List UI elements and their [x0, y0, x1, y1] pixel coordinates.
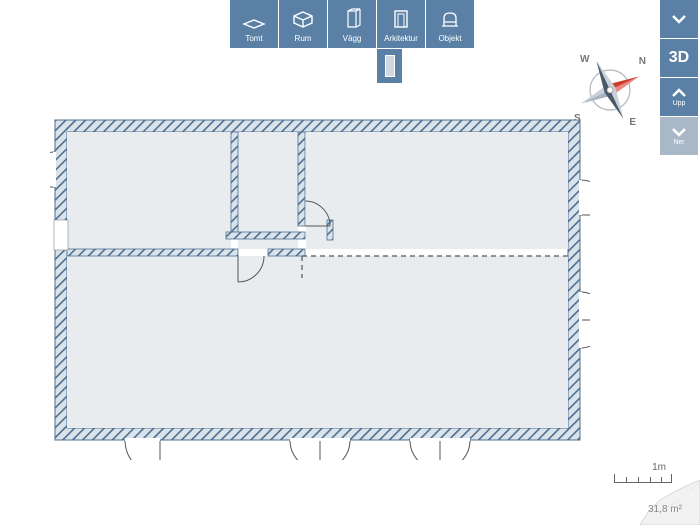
wall-h1: [67, 249, 238, 256]
room-icon: [288, 6, 318, 32]
single-door-icon: [385, 55, 395, 77]
arkitektur-button[interactable]: Arkitektur: [377, 0, 425, 48]
wall-v1: [231, 132, 238, 232]
floor-down-label: Ner: [673, 139, 684, 146]
tomt-button[interactable]: Tomt: [230, 0, 278, 48]
vagg-button[interactable]: Vägg: [328, 0, 376, 48]
scale-label: 1m: [652, 462, 666, 473]
window-left: [54, 220, 68, 250]
room-top-mid: [238, 132, 298, 249]
compass-e: E: [629, 117, 636, 128]
area-value: 31,8 m²: [648, 504, 682, 515]
chevron-down-icon: [671, 126, 687, 138]
architecture-icon: [386, 6, 416, 32]
rum-label: Rum: [295, 34, 312, 43]
room-bottom: [67, 256, 568, 428]
rum-button[interactable]: Rum: [279, 0, 327, 48]
objekt-button[interactable]: Objekt: [426, 0, 474, 48]
compass-w: W: [580, 54, 589, 65]
lot-icon: [239, 6, 269, 32]
wall-icon: [337, 6, 367, 32]
floorplan-canvas[interactable]: [50, 115, 590, 460]
area-display: 31,8 m²: [630, 493, 700, 525]
compass-n: N: [639, 56, 646, 67]
floor-down-button: Ner: [660, 117, 698, 155]
vagg-label: Vägg: [343, 34, 362, 43]
room-top-left: [67, 132, 231, 249]
chevron-up-icon: [671, 87, 687, 99]
tomt-label: Tomt: [245, 34, 262, 43]
room-top-right: [306, 132, 568, 249]
sub-toolbar: [377, 49, 402, 83]
floor-selector-button[interactable]: [660, 0, 698, 38]
chevron-down-icon: [670, 10, 688, 28]
floor-up-button[interactable]: Upp: [660, 78, 698, 116]
wall-v2: [298, 132, 305, 226]
view-3d-button[interactable]: 3D: [660, 39, 698, 77]
wall-h2: [226, 232, 305, 239]
view-3d-label: 3D: [669, 49, 689, 67]
wall-h3: [268, 249, 305, 256]
floor-up-label: Upp: [673, 100, 686, 107]
arkitektur-label: Arkitektur: [384, 34, 418, 43]
top-toolbar: Tomt Rum Vägg Arkitektur Objekt: [230, 0, 474, 48]
object-icon: [435, 6, 465, 32]
door-tool-button[interactable]: [377, 49, 402, 83]
objekt-label: Objekt: [438, 34, 461, 43]
view-sidebar: 3D Upp Ner: [660, 0, 698, 155]
